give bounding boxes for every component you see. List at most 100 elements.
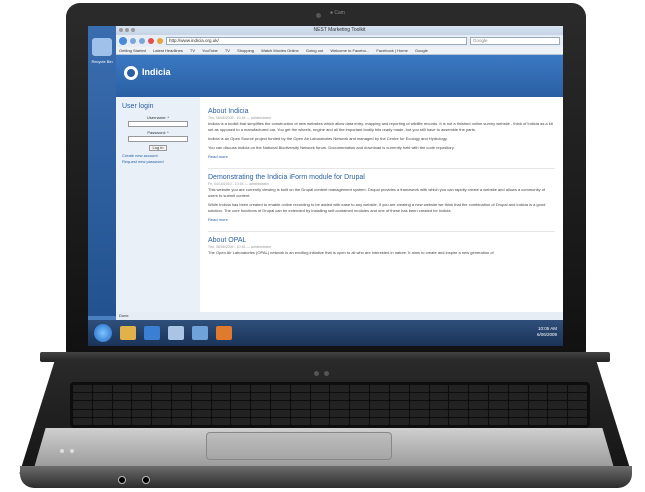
keyboard-key[interactable] [409, 401, 429, 409]
keyboard-key[interactable] [350, 409, 370, 417]
keyboard-key[interactable] [231, 393, 251, 401]
keyboard-key[interactable] [92, 385, 112, 393]
keyboard-key[interactable] [508, 417, 528, 425]
keyboard-key[interactable] [449, 417, 469, 425]
keyboard-key[interactable] [488, 385, 508, 393]
article-title[interactable]: About Indicia [208, 107, 555, 116]
bookmark-item[interactable]: TV [225, 48, 230, 53]
keyboard-key[interactable] [191, 393, 211, 401]
keyboard-key[interactable] [310, 385, 330, 393]
keyboard-key[interactable] [132, 393, 152, 401]
keyboard-key[interactable] [330, 401, 350, 409]
keyboard-key[interactable] [73, 393, 92, 401]
keyboard-key[interactable] [548, 417, 568, 425]
function-button[interactable] [324, 371, 329, 376]
keyboard-key[interactable] [488, 409, 508, 417]
keyboard-key[interactable] [429, 393, 449, 401]
keyboard-key[interactable] [310, 393, 330, 401]
bookmark-item[interactable]: Shopping [237, 48, 254, 53]
keyboard-key[interactable] [310, 401, 330, 409]
bookmark-item[interactable]: Going out [306, 48, 323, 53]
keyboard-key[interactable] [172, 417, 191, 425]
keyboard-key[interactable] [528, 417, 548, 425]
keyboard-key[interactable] [488, 401, 508, 409]
maximize-window-button[interactable] [131, 28, 135, 32]
explorer-icon[interactable] [120, 326, 136, 340]
keyboard-key[interactable] [449, 393, 469, 401]
keyboard-key[interactable] [389, 385, 409, 393]
internet-explorer-icon[interactable] [144, 326, 160, 340]
keyboard-key[interactable] [290, 401, 310, 409]
bookmark-item[interactable]: Facebook | Home [376, 48, 408, 53]
keyboard-key[interactable] [271, 409, 290, 417]
keyboard-key[interactable] [172, 393, 191, 401]
keyboard-key[interactable] [469, 409, 488, 417]
power-button[interactable] [314, 371, 319, 376]
keyboard-key[interactable] [330, 417, 350, 425]
keyboard-key[interactable] [290, 393, 310, 401]
keyboard-key[interactable] [449, 409, 469, 417]
forward-icon[interactable] [130, 38, 136, 44]
bookmark-item[interactable]: Google [415, 48, 428, 53]
keyboard-key[interactable] [370, 409, 389, 417]
keyboard-key[interactable] [191, 417, 211, 425]
keyboard-key[interactable] [73, 385, 92, 393]
keyboard-key[interactable] [508, 385, 528, 393]
keyboard-key[interactable] [488, 417, 508, 425]
keyboard-key[interactable] [389, 393, 409, 401]
site-name[interactable]: Indicia [142, 67, 171, 77]
keyboard-key[interactable] [251, 401, 271, 409]
keyboard-key[interactable] [548, 409, 568, 417]
keyboard-key[interactable] [73, 409, 92, 417]
search-input[interactable]: Google [470, 37, 560, 45]
keyboard-key[interactable] [548, 393, 568, 401]
read-more-link[interactable]: Read more [208, 217, 555, 223]
keyboard-key[interactable] [370, 417, 389, 425]
keyboard-key[interactable] [330, 393, 350, 401]
article-title[interactable]: Demonstrating the Indicia iForm module f… [208, 173, 555, 182]
keyboard-key[interactable] [231, 385, 251, 393]
keyboard-key[interactable] [271, 393, 290, 401]
keyboard-key[interactable] [231, 401, 251, 409]
keyboard-key[interactable] [370, 385, 389, 393]
keyboard-key[interactable] [231, 417, 251, 425]
keyboard-key[interactable] [271, 417, 290, 425]
keyboard-key[interactable] [271, 385, 290, 393]
recycle-bin-icon[interactable] [92, 38, 112, 56]
keyboard-key[interactable] [152, 385, 172, 393]
keyboard-key[interactable] [568, 401, 587, 409]
site-logo-icon[interactable] [124, 66, 138, 80]
keyboard-key[interactable] [508, 401, 528, 409]
keyboard-key[interactable] [429, 417, 449, 425]
keyboard-key[interactable] [310, 409, 330, 417]
address-bar[interactable]: http://www.indicia.org.uk/ [166, 37, 467, 45]
media-icon[interactable] [168, 326, 184, 340]
keyboard-key[interactable] [211, 409, 231, 417]
keyboard-key[interactable] [211, 401, 231, 409]
keyboard-key[interactable] [112, 385, 132, 393]
keyboard-key[interactable] [350, 401, 370, 409]
username-field[interactable] [128, 121, 188, 127]
system-clock[interactable]: 10:05 AM 6/06/2009 [537, 326, 557, 338]
reload-icon[interactable] [139, 38, 145, 44]
start-button-icon[interactable] [94, 324, 112, 342]
keyboard-key[interactable] [172, 385, 191, 393]
bookmark-item[interactable]: Welcome to Facebo... [330, 48, 369, 53]
keyboard-key[interactable] [528, 393, 548, 401]
keyboard-key[interactable] [251, 385, 271, 393]
bookmark-item[interactable]: YouTube [202, 48, 218, 53]
keyboard-key[interactable] [152, 393, 172, 401]
media-player-icon[interactable] [216, 326, 232, 340]
keyboard-key[interactable] [211, 417, 231, 425]
keyboard-key[interactable] [528, 401, 548, 409]
keyboard-key[interactable] [429, 409, 449, 417]
keyboard-key[interactable] [370, 393, 389, 401]
keyboard-key[interactable] [310, 417, 330, 425]
login-button[interactable]: Log in [149, 145, 167, 151]
keyboard-key[interactable] [429, 401, 449, 409]
keyboard-key[interactable] [251, 417, 271, 425]
keyboard-key[interactable] [469, 417, 488, 425]
home-icon[interactable] [157, 38, 163, 44]
keyboard-key[interactable] [92, 401, 112, 409]
back-icon[interactable] [119, 37, 127, 45]
